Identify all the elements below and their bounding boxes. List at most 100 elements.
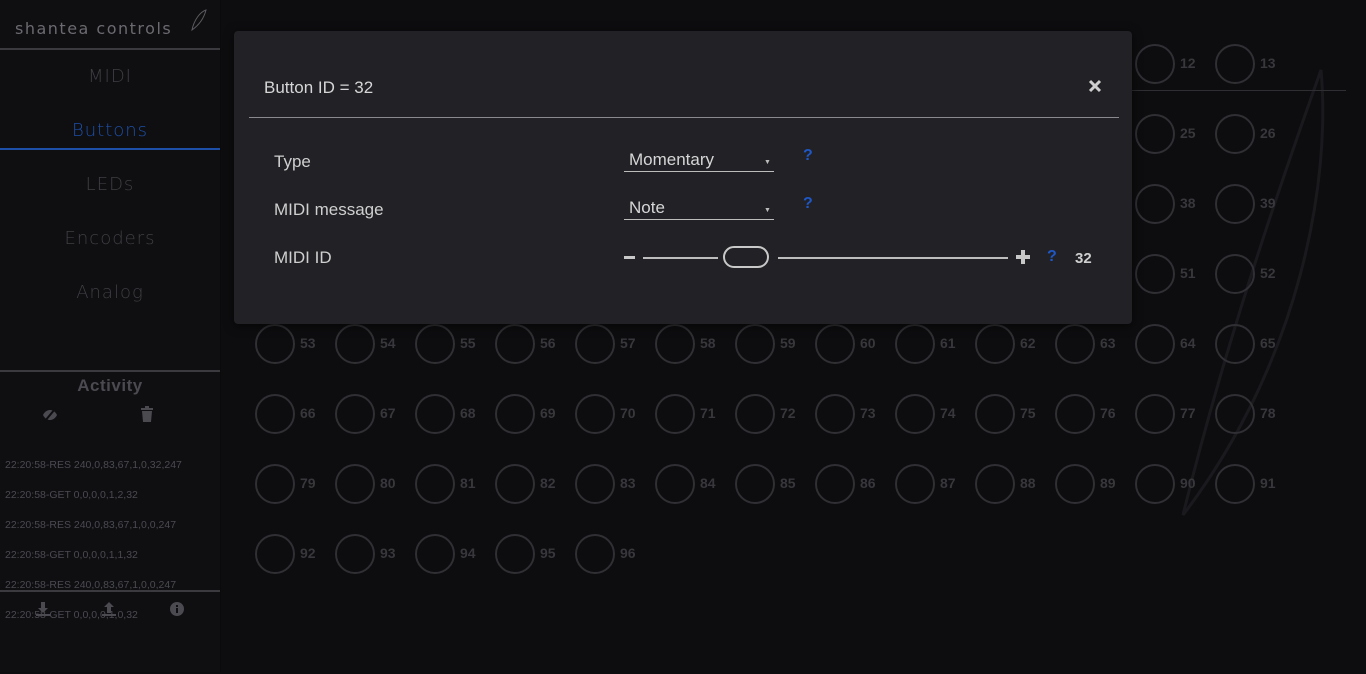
grid-button-circle[interactable]: [495, 534, 535, 574]
grid-button[interactable]: 60: [815, 324, 895, 364]
grid-button-circle[interactable]: [415, 394, 455, 434]
grid-button[interactable]: 53: [255, 324, 335, 364]
download-icon[interactable]: [36, 602, 50, 616]
nav-item-leds[interactable]: LEDs: [0, 166, 220, 202]
grid-button-circle[interactable]: [1135, 254, 1175, 294]
grid-button-circle[interactable]: [335, 534, 375, 574]
grid-button-circle[interactable]: [415, 324, 455, 364]
grid-button[interactable]: 78: [1215, 394, 1295, 434]
nav-item-analog[interactable]: Analog: [0, 274, 220, 310]
upload-icon[interactable]: [102, 602, 116, 616]
grid-button-circle[interactable]: [655, 394, 695, 434]
grid-button-circle[interactable]: [1215, 464, 1255, 504]
grid-button-circle[interactable]: [255, 464, 295, 504]
grid-button-circle[interactable]: [1135, 184, 1175, 224]
grid-button-circle[interactable]: [735, 464, 775, 504]
grid-button[interactable]: 88: [975, 464, 1055, 504]
grid-button-circle[interactable]: [495, 394, 535, 434]
grid-button[interactable]: 68: [415, 394, 495, 434]
grid-button-circle[interactable]: [495, 464, 535, 504]
midi-message-help-icon[interactable]: ?: [803, 195, 813, 213]
grid-button[interactable]: 71: [655, 394, 735, 434]
grid-button[interactable]: 56: [495, 324, 575, 364]
grid-button[interactable]: 75: [975, 394, 1055, 434]
grid-button[interactable]: 92: [255, 534, 335, 574]
grid-button[interactable]: 83: [575, 464, 655, 504]
type-select[interactable]: Momentary ▼: [624, 147, 774, 172]
grid-button[interactable]: 39: [1215, 184, 1295, 224]
grid-button[interactable]: 85: [735, 464, 815, 504]
grid-button-circle[interactable]: [255, 324, 295, 364]
close-icon[interactable]: [1088, 79, 1102, 93]
grid-button-circle[interactable]: [815, 394, 855, 434]
grid-button-circle[interactable]: [735, 324, 775, 364]
grid-button[interactable]: 73: [815, 394, 895, 434]
grid-button[interactable]: 94: [415, 534, 495, 574]
grid-button[interactable]: 69: [495, 394, 575, 434]
grid-button[interactable]: 87: [895, 464, 975, 504]
grid-button[interactable]: 51: [1135, 254, 1215, 294]
decrement-button[interactable]: [624, 256, 635, 259]
grid-button[interactable]: 57: [575, 324, 655, 364]
grid-button-circle[interactable]: [1055, 324, 1095, 364]
grid-button-circle[interactable]: [1215, 324, 1255, 364]
grid-button[interactable]: 86: [815, 464, 895, 504]
grid-button[interactable]: 59: [735, 324, 815, 364]
nav-item-buttons[interactable]: Buttons: [0, 112, 220, 150]
grid-button-circle[interactable]: [1215, 254, 1255, 294]
grid-button-circle[interactable]: [575, 464, 615, 504]
grid-button[interactable]: 25: [1135, 114, 1215, 154]
grid-button-circle[interactable]: [975, 394, 1015, 434]
grid-button[interactable]: 58: [655, 324, 735, 364]
grid-button-circle[interactable]: [1135, 394, 1175, 434]
midi-message-select[interactable]: Note ▼: [624, 195, 774, 220]
grid-button[interactable]: 64: [1135, 324, 1215, 364]
eye-slash-icon[interactable]: [42, 408, 58, 422]
grid-button-circle[interactable]: [575, 324, 615, 364]
grid-button-circle[interactable]: [335, 464, 375, 504]
grid-button-circle[interactable]: [895, 464, 935, 504]
grid-button-circle[interactable]: [495, 324, 535, 364]
grid-button[interactable]: 95: [495, 534, 575, 574]
grid-button[interactable]: 81: [415, 464, 495, 504]
grid-button-circle[interactable]: [735, 394, 775, 434]
type-help-icon[interactable]: ?: [803, 147, 813, 165]
grid-button-circle[interactable]: [1215, 114, 1255, 154]
grid-button[interactable]: 84: [655, 464, 735, 504]
grid-button-circle[interactable]: [335, 394, 375, 434]
grid-button-circle[interactable]: [1135, 464, 1175, 504]
grid-button[interactable]: 67: [335, 394, 415, 434]
grid-button[interactable]: 77: [1135, 394, 1215, 434]
grid-button[interactable]: 91: [1215, 464, 1295, 504]
grid-button[interactable]: 76: [1055, 394, 1135, 434]
slider-track-left[interactable]: [643, 257, 718, 259]
grid-button[interactable]: 89: [1055, 464, 1135, 504]
grid-button[interactable]: 38: [1135, 184, 1215, 224]
grid-button[interactable]: 13: [1215, 44, 1295, 84]
grid-button[interactable]: 90: [1135, 464, 1215, 504]
grid-button-circle[interactable]: [895, 324, 935, 364]
grid-button[interactable]: 54: [335, 324, 415, 364]
grid-button[interactable]: 26: [1215, 114, 1295, 154]
grid-button[interactable]: 93: [335, 534, 415, 574]
grid-button-circle[interactable]: [575, 394, 615, 434]
grid-button-circle[interactable]: [415, 464, 455, 504]
grid-button[interactable]: 52: [1215, 254, 1295, 294]
grid-button-circle[interactable]: [1055, 464, 1095, 504]
nav-item-encoders[interactable]: Encoders: [0, 220, 220, 256]
slider-track-right[interactable]: [778, 257, 1008, 259]
grid-button-circle[interactable]: [1215, 184, 1255, 224]
grid-button[interactable]: 70: [575, 394, 655, 434]
trash-icon[interactable]: [140, 406, 154, 422]
grid-button[interactable]: 63: [1055, 324, 1135, 364]
grid-button[interactable]: 96: [575, 534, 655, 574]
grid-button-circle[interactable]: [1135, 114, 1175, 154]
grid-button-circle[interactable]: [1135, 44, 1175, 84]
info-icon[interactable]: [170, 602, 184, 616]
grid-button[interactable]: 12: [1135, 44, 1215, 84]
grid-button-circle[interactable]: [335, 324, 375, 364]
midi-id-slider-thumb[interactable]: [723, 246, 769, 268]
grid-button[interactable]: 61: [895, 324, 975, 364]
nav-item-midi[interactable]: MIDI: [0, 58, 220, 94]
grid-button[interactable]: 74: [895, 394, 975, 434]
